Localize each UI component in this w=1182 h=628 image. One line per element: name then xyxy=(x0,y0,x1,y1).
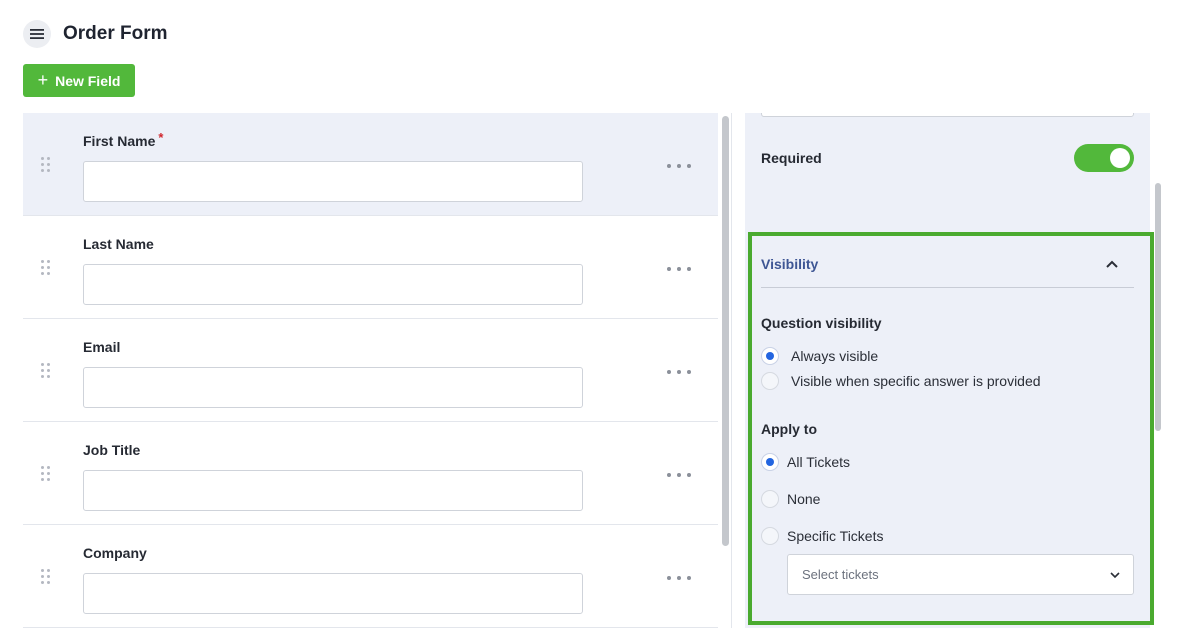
company-input[interactable] xyxy=(83,573,583,614)
more-options-icon[interactable] xyxy=(667,574,691,582)
field-label: First Name * xyxy=(83,130,164,149)
chevron-down-icon xyxy=(1110,572,1120,579)
radio-checked-icon[interactable] xyxy=(761,453,779,471)
visibility-divider xyxy=(761,287,1134,288)
drag-handle-icon[interactable] xyxy=(41,569,53,585)
fields-scrollbar-thumb[interactable] xyxy=(722,116,729,546)
menu-button[interactable] xyxy=(23,20,51,48)
radio-specific-tickets[interactable]: Specific Tickets xyxy=(761,527,883,545)
email-input[interactable] xyxy=(83,367,583,408)
field-label-text: First Name xyxy=(83,133,156,149)
fields-list: First Name * Last Name Email Job Title C… xyxy=(23,113,718,628)
settings-input-partial[interactable] xyxy=(761,113,1134,117)
field-row-first-name[interactable]: First Name * xyxy=(23,113,718,216)
question-visibility-title: Question visibility xyxy=(761,315,882,331)
chevron-up-icon[interactable] xyxy=(1102,256,1122,272)
new-field-label: New Field xyxy=(55,72,121,89)
apply-to-title: Apply to xyxy=(761,421,817,437)
radio-label: None xyxy=(787,491,821,507)
drag-handle-icon[interactable] xyxy=(41,260,53,276)
field-row-job-title[interactable]: Job Title xyxy=(23,422,718,525)
job-title-input[interactable] xyxy=(83,470,583,511)
more-options-icon[interactable] xyxy=(667,265,691,273)
radio-all-tickets[interactable]: All Tickets xyxy=(761,453,850,471)
settings-scrollbar-thumb[interactable] xyxy=(1155,183,1161,431)
radio-label: Visible when specific answer is provided xyxy=(791,373,1041,389)
last-name-input[interactable] xyxy=(83,264,583,305)
field-label: Email xyxy=(83,339,121,355)
more-options-icon[interactable] xyxy=(667,162,691,170)
new-field-button[interactable]: + New Field xyxy=(23,64,135,97)
radio-always-visible[interactable]: Always visible xyxy=(761,347,878,365)
field-label: Last Name xyxy=(83,236,154,252)
field-row-company[interactable]: Company xyxy=(23,525,718,628)
required-star: * xyxy=(158,130,164,145)
radio-unchecked-icon[interactable] xyxy=(761,527,779,545)
select-tickets-dropdown[interactable]: Select tickets xyxy=(787,554,1134,595)
radio-label: Always visible xyxy=(791,348,879,364)
radio-none[interactable]: None xyxy=(761,490,820,508)
radio-checked-icon[interactable] xyxy=(761,347,779,365)
required-label: Required xyxy=(761,150,822,166)
radio-visible-when-answer[interactable]: Visible when specific answer is provided xyxy=(761,372,1041,390)
radio-label: All Tickets xyxy=(787,454,851,470)
drag-handle-icon[interactable] xyxy=(41,466,53,482)
page-title: Order Form xyxy=(63,23,168,44)
field-label: Job Title xyxy=(83,442,141,458)
drag-handle-icon[interactable] xyxy=(41,157,53,173)
hamburger-menu-icon xyxy=(30,29,44,39)
radio-label: Specific Tickets xyxy=(787,528,884,544)
select-tickets-placeholder: Select tickets xyxy=(802,567,879,582)
visibility-section: Visibility Question visibility Always vi… xyxy=(748,232,1154,625)
field-row-email[interactable]: Email xyxy=(23,319,718,422)
radio-unchecked-icon[interactable] xyxy=(761,372,779,390)
first-name-input[interactable] xyxy=(83,161,583,202)
radio-unchecked-icon[interactable] xyxy=(761,490,779,508)
drag-handle-icon[interactable] xyxy=(41,363,53,379)
field-row-last-name[interactable]: Last Name xyxy=(23,216,718,319)
more-options-icon[interactable] xyxy=(667,471,691,479)
visibility-header[interactable]: Visibility xyxy=(761,256,818,272)
more-options-icon[interactable] xyxy=(667,368,691,376)
required-toggle[interactable] xyxy=(1074,144,1134,172)
field-label: Company xyxy=(83,545,147,561)
plus-icon: + xyxy=(37,69,49,90)
